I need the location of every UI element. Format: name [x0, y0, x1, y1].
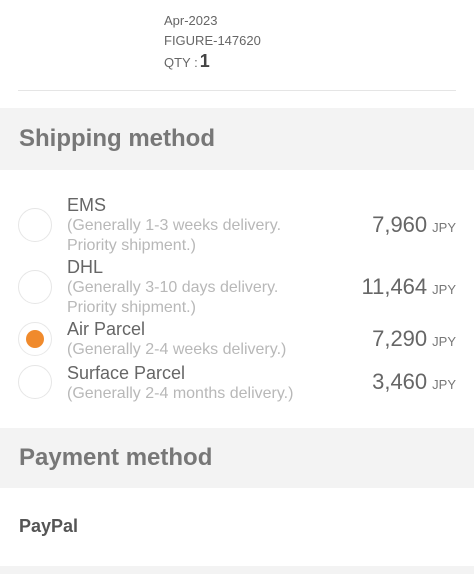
option-desc-line2: Priority shipment.) [67, 237, 196, 254]
option-price: 7,960 JPY [372, 212, 456, 238]
option-desc-line2: Priority shipment.) [67, 299, 196, 316]
option-price: 7,290 JPY [372, 326, 456, 352]
option-desc-line1: (Generally 2-4 months delivery.) [67, 385, 294, 402]
option-name: Surface Parcel [67, 363, 186, 383]
price-currency: JPY [432, 220, 456, 235]
shipping-section-header: Shipping method [0, 108, 474, 170]
option-desc-line1: (Generally 3-10 days delivery. [67, 279, 279, 296]
radio-surface-parcel[interactable] [18, 365, 52, 399]
shipping-option-surface-parcel[interactable]: Surface Parcel (Generally 2-4 months del… [0, 362, 474, 406]
payment-option-paypal[interactable]: PayPal [19, 516, 78, 537]
option-desc-line1: (Generally 2-4 weeks delivery.) [67, 341, 287, 358]
bottom-section-bar [0, 566, 474, 574]
option-name: EMS [67, 195, 107, 215]
price-currency: JPY [432, 377, 456, 392]
option-price: 3,460 JPY [372, 369, 456, 395]
qty-row: QTY : 1 [164, 51, 261, 73]
price-value: 7,960 [372, 212, 428, 237]
option-name: Air Parcel [67, 319, 146, 339]
radio-ems[interactable] [18, 208, 52, 242]
payment-title: Payment method [19, 444, 213, 471]
shipping-options-list: EMS (Generally 1-3 weeks delivery. Prior… [0, 170, 474, 428]
product-date: Apr-2023 [164, 13, 218, 28]
product-code: FIGURE-147620 [164, 33, 261, 48]
price-currency: JPY [432, 334, 456, 349]
product-meta: Apr-2023 FIGURE-147620 QTY : 1 [164, 11, 261, 73]
price-value: 7,290 [372, 326, 428, 351]
option-desc-line1: (Generally 1-3 weeks delivery. [67, 217, 282, 234]
price-value: 3,460 [372, 369, 428, 394]
radio-dhl[interactable] [18, 270, 52, 304]
price-currency: JPY [432, 282, 456, 297]
shipping-title: Shipping method [19, 125, 215, 152]
price-fragment: · [162, 0, 176, 7]
shipping-option-dhl[interactable]: DHL (Generally 3-10 days delivery. Prior… [0, 256, 474, 318]
radio-air-parcel-selected[interactable] [18, 322, 52, 356]
option-price: 11,464 JPY [362, 274, 457, 300]
qty-label: QTY : [164, 55, 198, 70]
option-name: DHL [67, 257, 104, 277]
shipping-option-air-parcel[interactable]: Air Parcel (Generally 2-4 weeks delivery… [0, 318, 474, 362]
price-value: 11,464 [361, 274, 428, 299]
qty-value: 1 [199, 51, 210, 71]
payment-section-header: Payment method [0, 428, 474, 488]
divider [18, 90, 456, 91]
shipping-option-ems[interactable]: EMS (Generally 1-3 weeks delivery. Prior… [0, 194, 474, 256]
